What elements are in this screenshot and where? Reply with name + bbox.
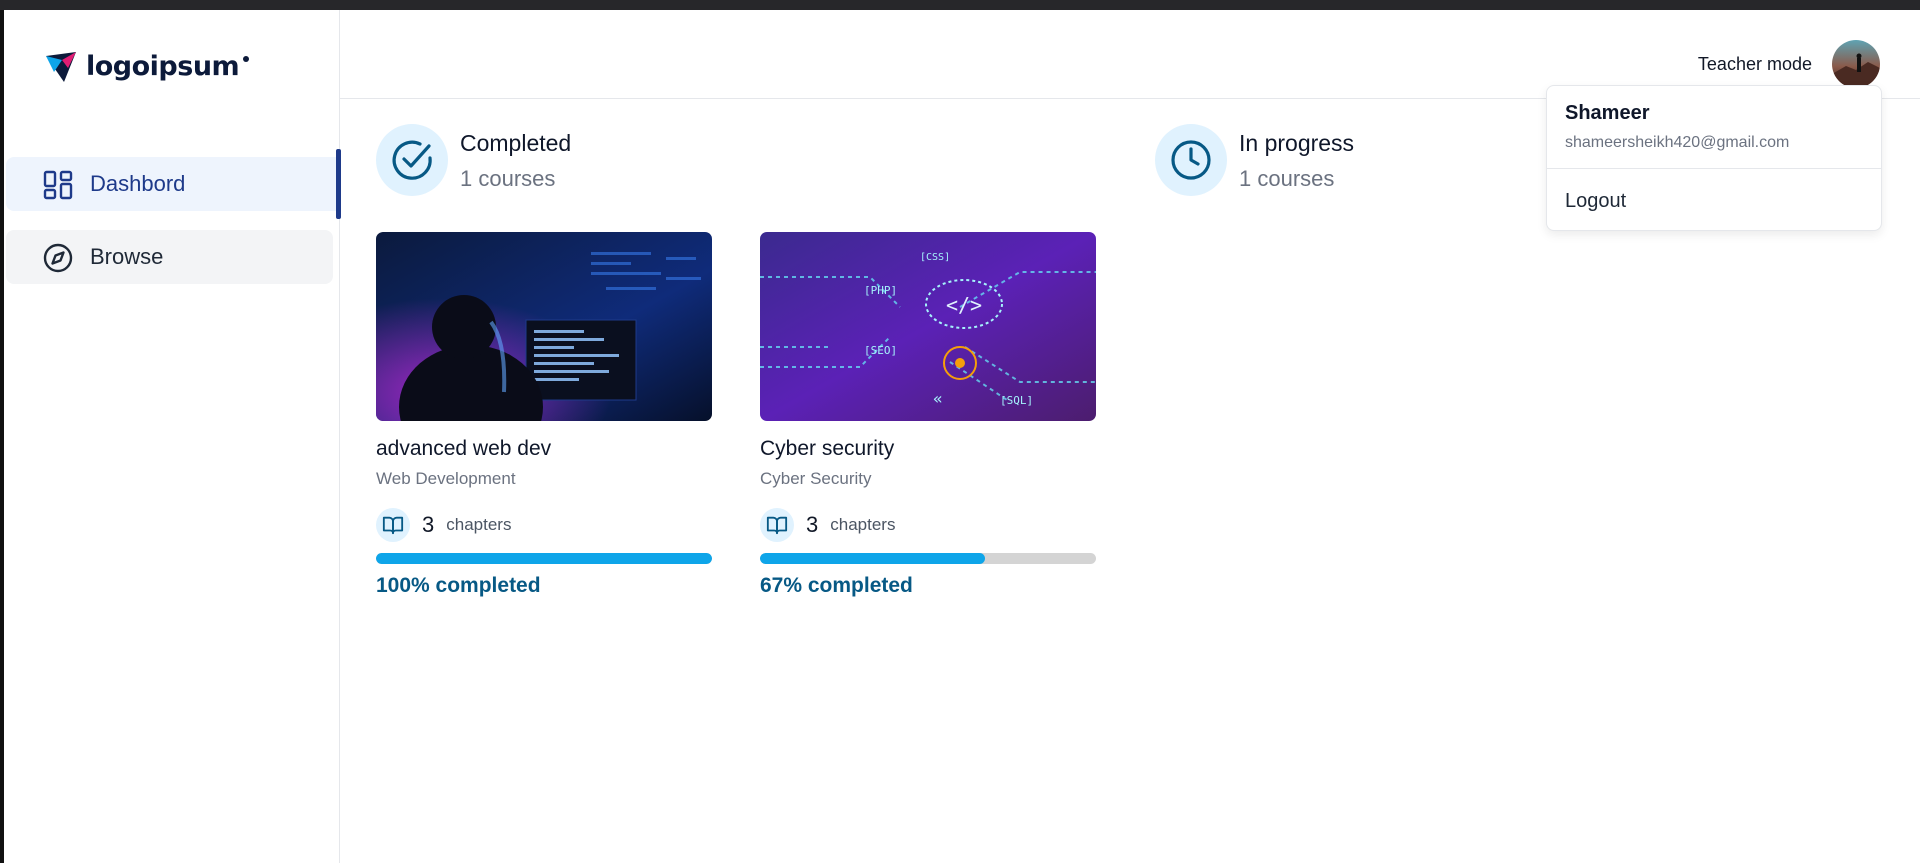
sidebar-item-browse[interactable]: Browse xyxy=(6,230,333,284)
svg-text:[SEO]: [SEO] xyxy=(864,344,897,357)
course-image xyxy=(376,232,712,421)
compass-icon xyxy=(43,243,73,273)
chapters-count: 3 xyxy=(422,512,435,537)
stat-title: In progress xyxy=(1239,130,1355,156)
logout-menu-item[interactable]: Logout xyxy=(1565,190,1626,213)
sidebar-item-label: Browse xyxy=(90,244,164,269)
avatar-image xyxy=(1832,40,1880,88)
svg-text:«: « xyxy=(933,389,943,408)
clock-icon xyxy=(1171,140,1211,180)
check-circle-icon xyxy=(392,140,432,180)
chapters-info: 3 chapters xyxy=(760,507,1096,543)
chapters-label: chapters xyxy=(830,515,896,534)
course-category: Web Development xyxy=(376,469,516,488)
course-card[interactable]: </> [PHP] [SEO] [SQL] [CSS] « Cyber secu… xyxy=(760,232,1096,598)
book-icon-wrapper xyxy=(760,508,794,542)
user-email: shameersheikh420@gmail.com xyxy=(1565,134,1790,151)
progress-text: 100% completed xyxy=(376,574,541,597)
progress-bar xyxy=(376,553,712,564)
course-category: Cyber Security xyxy=(760,469,872,488)
user-name: Shameer xyxy=(1565,102,1650,124)
svg-text:[PHP]: [PHP] xyxy=(864,284,897,297)
svg-text:[SQL]: [SQL] xyxy=(1000,394,1033,407)
progress-fill xyxy=(376,553,712,564)
logo-icon xyxy=(46,52,76,82)
menu-divider xyxy=(1547,168,1881,169)
progress-fill xyxy=(760,553,986,564)
book-open-icon xyxy=(766,516,788,535)
course-thumbnail: </> [PHP] [SEO] [SQL] [CSS] « xyxy=(760,232,1096,421)
stat-count: 1 courses xyxy=(1239,166,1335,191)
svg-text:</>: </> xyxy=(946,293,982,317)
progress-bar xyxy=(760,553,1096,564)
sidebar-item-dashboard[interactable]: Dashbord xyxy=(6,149,341,219)
progress-text: 67% completed xyxy=(760,574,913,597)
teacher-mode-button[interactable]: Teacher mode xyxy=(1698,54,1812,75)
brand-name: logoipsum xyxy=(86,50,240,82)
avatar[interactable] xyxy=(1832,40,1880,88)
chapters-info: 3 chapters xyxy=(376,507,712,543)
sidebar: logoipsum Dashbord Browse xyxy=(4,10,341,863)
brand-logo[interactable]: logoipsum xyxy=(42,46,250,86)
course-card[interactable]: advanced web dev Web Development 3 chapt… xyxy=(376,232,712,598)
sidebar-item-label: Dashbord xyxy=(90,171,186,196)
active-indicator xyxy=(336,149,341,219)
stat-count: 1 courses xyxy=(460,166,556,191)
chapters-label: chapters xyxy=(446,515,512,534)
layout-grid-icon xyxy=(43,170,73,200)
course-thumbnail xyxy=(376,232,712,421)
book-open-icon xyxy=(382,516,404,535)
stat-completed: Completed 1 courses xyxy=(376,124,796,196)
stat-icon-wrapper xyxy=(1155,124,1227,196)
window-top-strip xyxy=(0,0,1920,10)
course-title: Cyber security xyxy=(760,437,895,460)
chapters-count: 3 xyxy=(806,512,819,537)
course-image: </> [PHP] [SEO] [SQL] [CSS] « xyxy=(760,232,1096,421)
stat-title: Completed xyxy=(460,130,572,156)
user-dropdown-menu: Shameer shameersheikh420@gmail.com Logou… xyxy=(1546,85,1882,231)
stat-icon-wrapper xyxy=(376,124,448,196)
logo-dot xyxy=(243,56,250,62)
stat-in-progress: In progress 1 courses xyxy=(1155,124,1575,196)
svg-text:[CSS]: [CSS] xyxy=(920,252,950,263)
book-icon-wrapper xyxy=(376,508,410,542)
course-title: advanced web dev xyxy=(376,437,552,460)
